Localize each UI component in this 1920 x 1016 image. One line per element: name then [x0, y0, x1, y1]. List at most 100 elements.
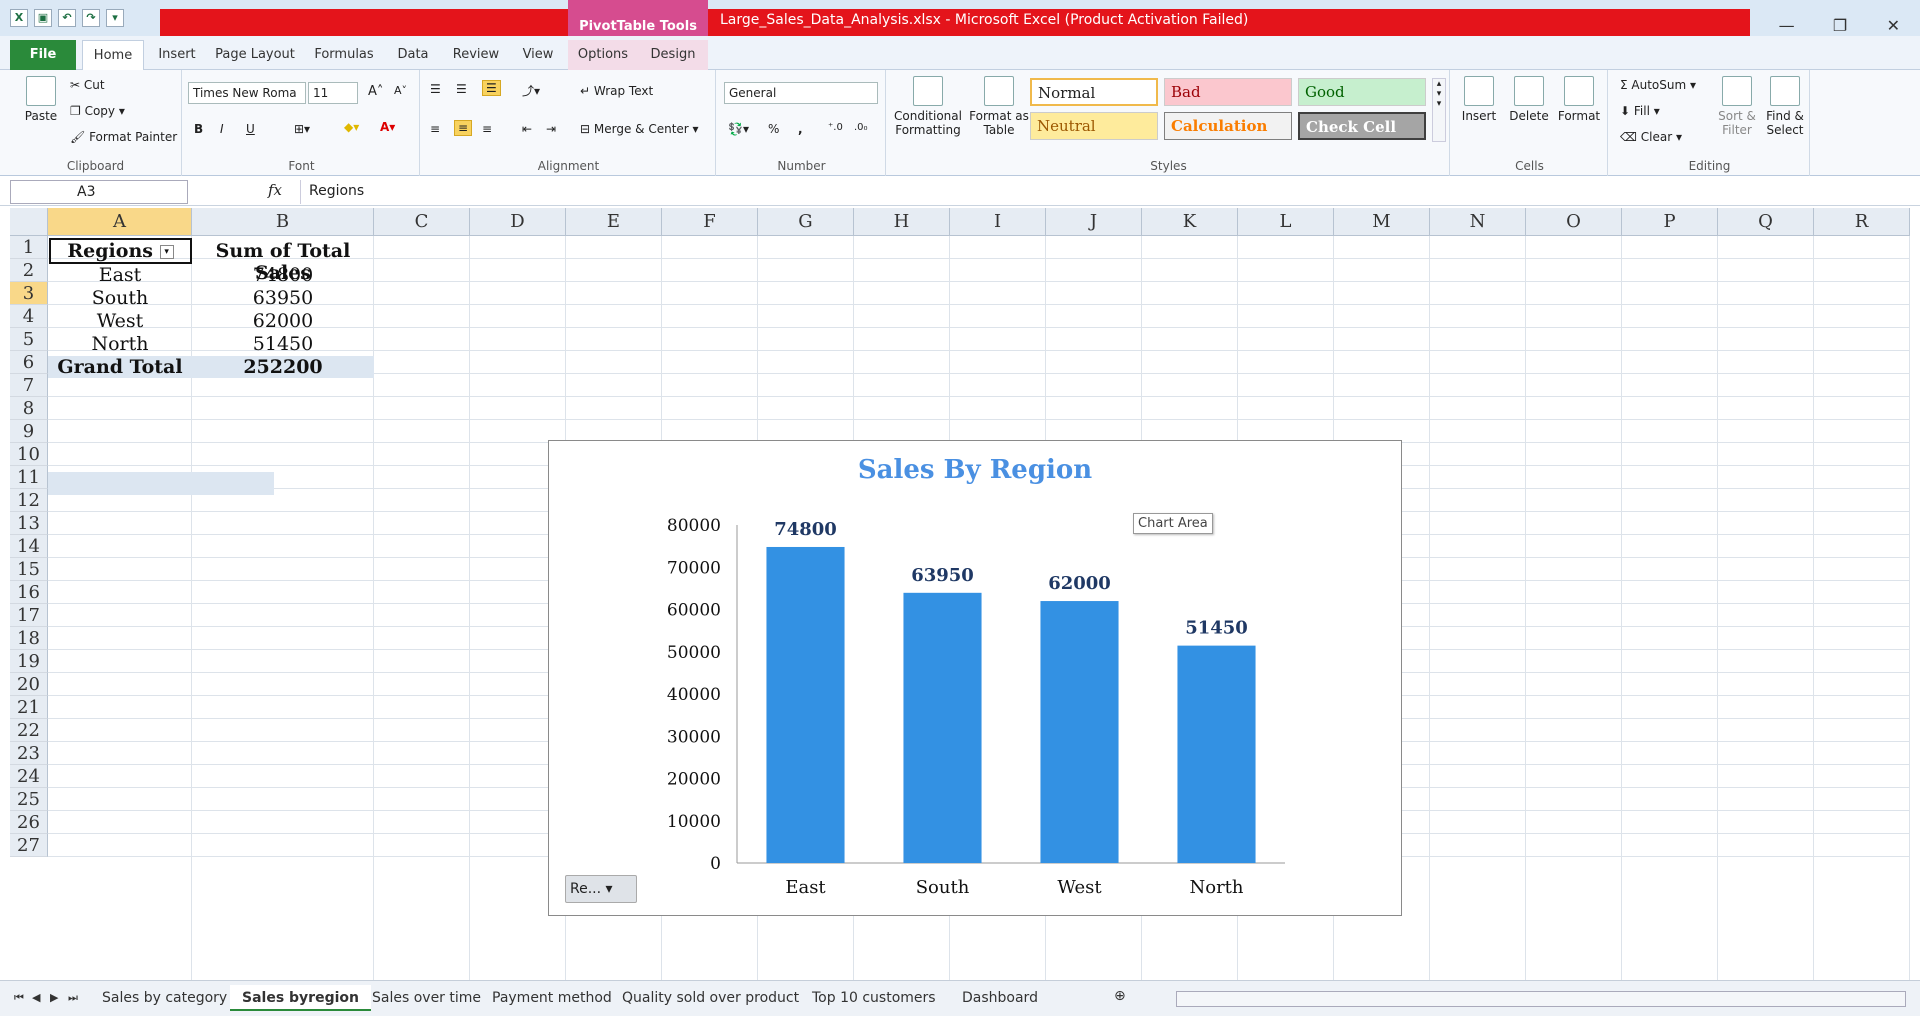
- column-header-f[interactable]: F: [662, 208, 758, 236]
- row-header-8[interactable]: 8: [10, 397, 48, 420]
- row-header-7[interactable]: 7: [10, 374, 48, 397]
- pivot-region-north[interactable]: North: [48, 333, 192, 355]
- pivot-sales-south[interactable]: 63950: [192, 287, 374, 309]
- pivot-header-regions[interactable]: Regions ▾: [49, 238, 192, 264]
- insert-cells-button[interactable]: Insert: [1456, 76, 1502, 123]
- delete-cells-button[interactable]: Delete: [1506, 76, 1552, 123]
- sheet-tab[interactable]: Dashboard: [950, 985, 1050, 1011]
- tab-view[interactable]: View: [514, 40, 562, 70]
- insert-function-icon[interactable]: fx: [268, 181, 282, 199]
- conditional-formatting-button[interactable]: Conditional Formatting: [892, 76, 964, 137]
- sort-filter-button[interactable]: Sort & Filter: [1714, 76, 1760, 137]
- tab-design[interactable]: Design: [638, 40, 708, 70]
- style-bad[interactable]: Bad: [1164, 78, 1292, 106]
- styles-more-icon[interactable]: ▴ ▾ ▾: [1432, 78, 1446, 142]
- format-cells-button[interactable]: Format: [1556, 76, 1602, 123]
- align-left-icon[interactable]: ≡: [430, 122, 440, 136]
- percent-button[interactable]: %: [768, 122, 779, 136]
- format-as-table-button[interactable]: Format as Table: [968, 76, 1030, 137]
- orientation-icon[interactable]: ⤴▾: [522, 82, 540, 99]
- pivot-sales-west[interactable]: 62000: [192, 310, 374, 332]
- column-header-i[interactable]: I: [950, 208, 1046, 236]
- filter-dropdown-icon[interactable]: ▾: [159, 245, 174, 259]
- currency-icon[interactable]: 💱▾: [728, 122, 749, 136]
- wrap-text-button[interactable]: ↵ Wrap Text: [580, 84, 653, 98]
- row-header-17[interactable]: 17: [10, 604, 48, 627]
- top-align-icon[interactable]: ☰: [430, 82, 441, 96]
- column-header-p[interactable]: P: [1622, 208, 1718, 236]
- column-header-a[interactable]: A: [48, 208, 192, 236]
- row-header-9[interactable]: 9: [10, 420, 48, 443]
- style-good[interactable]: Good: [1298, 78, 1426, 106]
- font-color-icon[interactable]: A▾: [380, 120, 395, 134]
- column-header-m[interactable]: M: [1334, 208, 1430, 236]
- column-header-d[interactable]: D: [470, 208, 566, 236]
- sales-by-region-chart[interactable]: 0 10000 20000 30000 40000 50000 60000 70000 8000…: [548, 440, 1402, 916]
- field-button-regions[interactable]: Re... ▾: [565, 875, 637, 903]
- restore-button[interactable]: ❐: [1813, 0, 1866, 36]
- bold-button[interactable]: B: [194, 122, 203, 136]
- style-check-cell[interactable]: Check Cell: [1298, 112, 1426, 140]
- copy-button[interactable]: ❐ Copy ▾: [70, 104, 125, 118]
- column-header-b[interactable]: B: [192, 208, 374, 236]
- row-header-15[interactable]: 15: [10, 558, 48, 581]
- select-all-corner[interactable]: [10, 208, 48, 236]
- row-header-16[interactable]: 16: [10, 581, 48, 604]
- horizontal-scrollbar[interactable]: [1176, 991, 1906, 1007]
- pivot-sales-east[interactable]: 74800: [192, 264, 374, 286]
- row-header-4[interactable]: 4: [10, 305, 48, 328]
- format-painter-button[interactable]: 🖌 Format Painter: [70, 130, 177, 144]
- tab-page-layout[interactable]: Page Layout: [210, 40, 300, 70]
- row-header-13[interactable]: 13: [10, 512, 48, 535]
- row-header-26[interactable]: 26: [10, 811, 48, 834]
- decrease-indent-icon[interactable]: ⇤: [522, 122, 532, 136]
- bar-west[interactable]: [1040, 601, 1119, 863]
- row-header-1[interactable]: 1: [10, 236, 48, 259]
- row-header-5[interactable]: 5: [10, 328, 48, 351]
- row-header-6[interactable]: 6: [10, 351, 48, 374]
- formula-input[interactable]: Regions: [300, 180, 1912, 204]
- bar-south[interactable]: [903, 592, 982, 863]
- row-header-21[interactable]: 21: [10, 696, 48, 719]
- grow-font-button[interactable]: A˄: [368, 84, 383, 99]
- tab-review[interactable]: Review: [446, 40, 506, 70]
- middle-align-icon[interactable]: ☰: [456, 82, 467, 96]
- pivot-region-east[interactable]: East: [48, 264, 192, 286]
- italic-button[interactable]: I: [220, 122, 224, 136]
- column-header-e[interactable]: E: [566, 208, 662, 236]
- align-right-icon[interactable]: ≡: [482, 122, 492, 136]
- merge-center-button[interactable]: ⊟ Merge & Center ▾: [580, 122, 699, 136]
- sheet-tab[interactable]: Quality sold over product: [610, 985, 811, 1011]
- save-icon[interactable]: ▣: [34, 9, 52, 27]
- prev-sheet-icon[interactable]: ◀: [32, 991, 40, 1004]
- style-calculation[interactable]: Calculation: [1164, 112, 1292, 140]
- redo-icon[interactable]: ↷: [82, 9, 100, 27]
- row-header-11[interactable]: 11: [10, 466, 48, 489]
- column-header-q[interactable]: Q: [1718, 208, 1814, 236]
- sheet-tab[interactable]: Sales byregion: [230, 985, 371, 1011]
- tab-insert[interactable]: Insert: [152, 40, 202, 70]
- bar-east[interactable]: [766, 546, 845, 863]
- font-name-select[interactable]: Times New Roma: [188, 82, 306, 104]
- row-header-12[interactable]: 12: [10, 489, 48, 512]
- tab-home[interactable]: Home: [82, 40, 144, 70]
- customize-qat-icon[interactable]: ▾: [106, 9, 124, 27]
- row-header-2[interactable]: 2: [10, 259, 48, 282]
- tab-file[interactable]: File: [10, 40, 76, 70]
- row-header-10[interactable]: 10: [10, 443, 48, 466]
- cut-button[interactable]: ✂ Cut: [70, 78, 105, 92]
- column-header-j[interactable]: J: [1046, 208, 1142, 236]
- row-header-23[interactable]: 23: [10, 742, 48, 765]
- chart-title[interactable]: Sales By Region: [549, 455, 1401, 485]
- autosum-button[interactable]: Σ AutoSum ▾: [1620, 78, 1696, 92]
- style-neutral[interactable]: Neutral: [1030, 112, 1158, 140]
- align-center-icon[interactable]: ≡: [454, 120, 473, 136]
- sheet-tab[interactable]: Sales by category: [90, 985, 239, 1011]
- bottom-align-icon[interactable]: ☰: [482, 80, 501, 96]
- tab-options[interactable]: Options: [568, 40, 638, 70]
- first-sheet-icon[interactable]: ⏮: [14, 991, 24, 1005]
- column-header-r[interactable]: R: [1814, 208, 1910, 236]
- minimize-button[interactable]: —: [1760, 0, 1813, 36]
- underline-button[interactable]: U: [246, 122, 255, 136]
- fill-button[interactable]: ⬇ Fill ▾: [1620, 104, 1660, 118]
